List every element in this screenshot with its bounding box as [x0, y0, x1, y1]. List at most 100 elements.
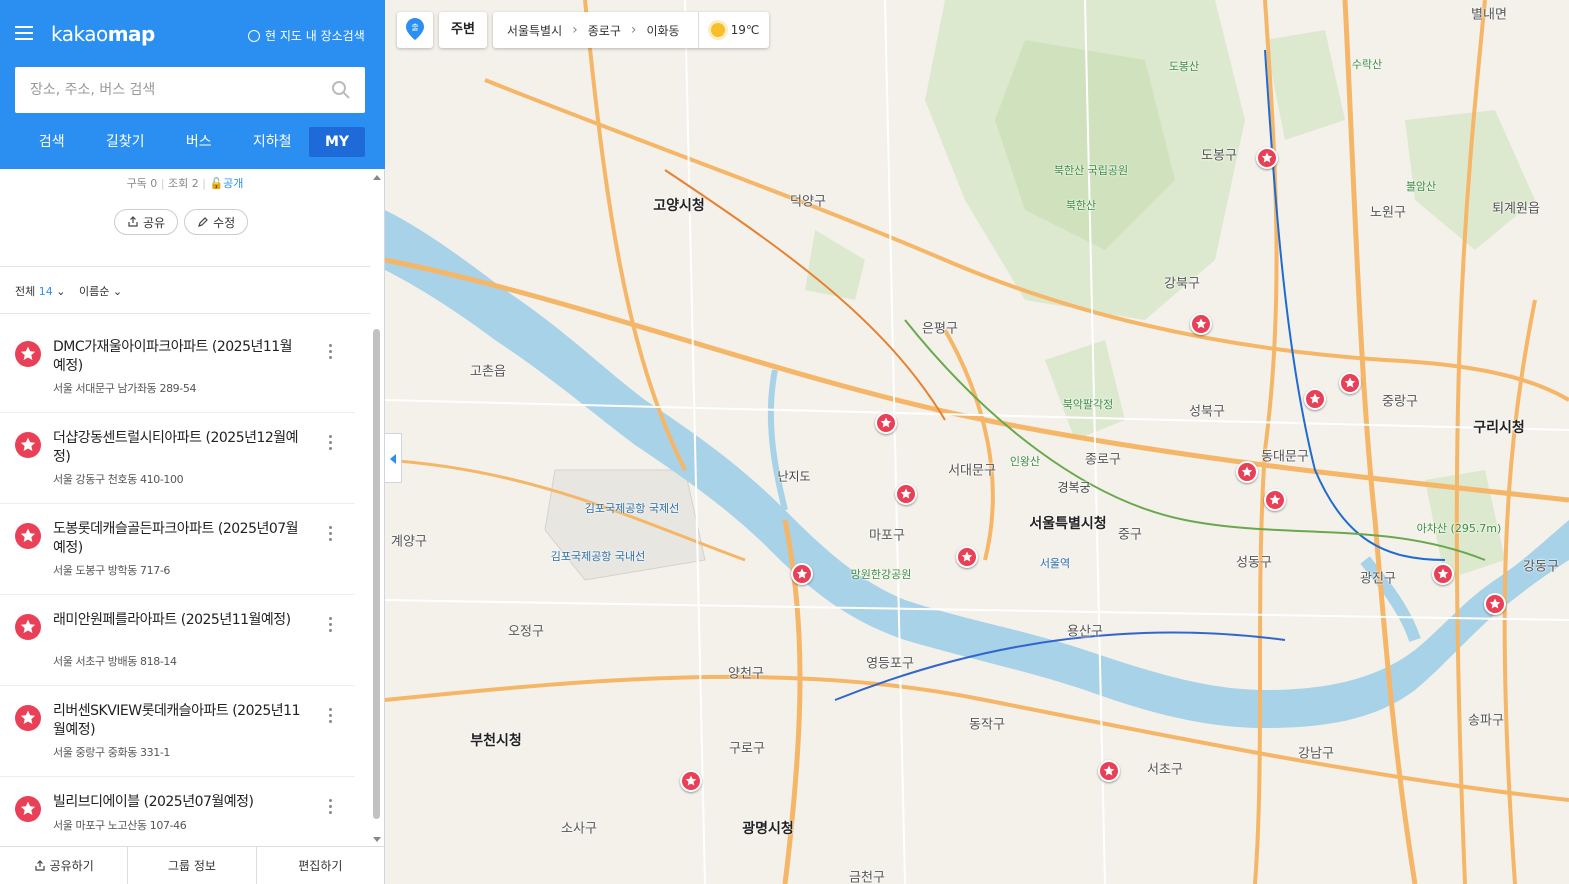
- list-item[interactable]: 더샵강동센트럴시티아파트 (2025년12월예정) 서울 강동구 천호동 410-…: [0, 413, 355, 504]
- map-label-songpa: 송파구: [1468, 713, 1504, 729]
- place-marker[interactable]: [1484, 593, 1506, 615]
- more-options-icon[interactable]: [329, 526, 333, 542]
- map-label-geumcheon: 금천구: [849, 870, 885, 884]
- folder-stats: 구독 0 | 조회 2 | 🔓공개: [126, 177, 244, 190]
- place-marker[interactable]: [1339, 372, 1361, 394]
- filter-all-dropdown[interactable]: 전체 14 ⌄: [15, 283, 65, 299]
- star-icon: [20, 710, 36, 724]
- more-options-icon[interactable]: [329, 435, 333, 451]
- list-item[interactable]: 리버센SKVIEW롯데캐슬아파트 (2025년11월예정) 서울 중랑구 중화동 …: [0, 686, 355, 777]
- collapse-sidebar-button[interactable]: [385, 433, 402, 483]
- tab-directions[interactable]: 길찾기: [89, 127, 163, 157]
- area-search-label: 현 지도 내 장소검색: [265, 29, 365, 43]
- place-title[interactable]: DMC가재울아이파크아파트 (2025년11월예정): [53, 338, 303, 376]
- tab-subway[interactable]: 지하철: [236, 127, 310, 157]
- place-marker[interactable]: [1098, 760, 1120, 782]
- map-label-guri-cityhall: 구리시청: [1473, 420, 1525, 436]
- tab-search[interactable]: 검색: [15, 127, 89, 157]
- place-marker[interactable]: [895, 483, 917, 505]
- breadcrumb-district[interactable]: 종로구: [584, 22, 625, 39]
- sidebar-footer: 공유하기 그룹 정보 편집하기: [0, 846, 384, 884]
- tab-my[interactable]: MY: [309, 127, 365, 157]
- location-breadcrumb: 서울특별시 › 종로구 › 이화동 19℃: [492, 12, 770, 48]
- scroll-thumb[interactable]: [373, 329, 380, 819]
- visibility-status: 🔓공개: [209, 177, 244, 190]
- place-marker[interactable]: [1190, 313, 1212, 335]
- place-title[interactable]: 리버센SKVIEW롯데캐슬아파트 (2025년11월예정): [53, 702, 303, 740]
- map-label-bukhansan: 북한산: [1065, 199, 1097, 212]
- map-label-bukhansan-park: 북한산 국립공원: [1053, 164, 1129, 177]
- more-options-icon[interactable]: [329, 708, 333, 724]
- scrollbar[interactable]: [370, 169, 384, 844]
- nearby-button[interactable]: 주변: [439, 12, 487, 48]
- area-search-toggle[interactable]: 현 지도 내 장소검색: [248, 27, 365, 44]
- place-marker[interactable]: [1304, 388, 1326, 410]
- breadcrumb-neighborhood[interactable]: 이화동: [642, 22, 683, 39]
- place-title[interactable]: 빌리브디에이블 (2025년07월예정): [53, 793, 303, 812]
- place-marker[interactable]: [1432, 563, 1454, 585]
- place-address: 서울 중랑구 중화동 331-1: [53, 746, 171, 759]
- scroll-up-arrow[interactable]: [373, 175, 381, 180]
- map-label-suraksan: 수락산: [1351, 58, 1383, 71]
- place-marker[interactable]: [956, 546, 978, 568]
- chevron-right-icon: ›: [572, 22, 578, 38]
- list-item[interactable]: 래미안원페를라아파트 (2025년11월예정) 서울 서초구 방배동 818-14: [0, 595, 355, 686]
- weather-widget: 19℃: [697, 12, 759, 48]
- star-icon: [20, 437, 36, 451]
- star-icon: [1195, 318, 1207, 329]
- map-pin-icon: 출: [406, 18, 424, 40]
- place-marker[interactable]: [680, 770, 702, 792]
- more-options-icon[interactable]: [329, 344, 333, 360]
- share-button[interactable]: 공유: [114, 209, 179, 235]
- pencil-icon: [198, 217, 208, 227]
- edit-list-button[interactable]: 편집하기: [257, 847, 384, 884]
- scroll-down-arrow[interactable]: [373, 837, 381, 842]
- place-marker[interactable]: [791, 563, 813, 585]
- map-label-bugaksan: 북악팔각정: [1062, 398, 1114, 411]
- map-label-guro: 구로구: [729, 741, 765, 757]
- map-canvas[interactable]: 서울특별시청 고양시청 구리시청 부천시청 광명시청 덕양구 은평구 강북구 도…: [385, 0, 1569, 884]
- search-input[interactable]: [15, 67, 325, 113]
- favorite-star-icon: [15, 796, 41, 822]
- place-title[interactable]: 더샵강동센트럴시티아파트 (2025년12월예정): [53, 429, 303, 467]
- place-marker[interactable]: [1256, 147, 1278, 169]
- favorite-star-icon: [15, 341, 41, 367]
- share-all-button[interactable]: 공유하기: [0, 847, 129, 884]
- map-base-layer: [385, 0, 1569, 884]
- map-label-sosa: 소사구: [561, 821, 597, 837]
- search-icon[interactable]: [331, 80, 351, 100]
- tab-bus[interactable]: 버스: [162, 127, 236, 157]
- map-label-yongsan: 용산구: [1067, 624, 1103, 640]
- favorite-star-icon: [15, 432, 41, 458]
- chevron-down-icon: ⌄: [112, 285, 123, 298]
- place-marker[interactable]: [1264, 489, 1286, 511]
- map-label-yeongdeungpo: 영등포구: [866, 656, 914, 672]
- map-label-dongdaemun: 동대문구: [1261, 449, 1309, 465]
- sidebar: kakaomap 현 지도 내 장소검색 검색 길찾기 버스 지하철 MY 구독…: [0, 0, 385, 884]
- folder-actions: 공유 수정: [114, 209, 249, 235]
- departure-pin-button[interactable]: 출: [397, 12, 433, 48]
- list-item[interactable]: 도봉롯데캐슬골든파크아파트 (2025년07월예정) 서울 도봉구 방학동 717…: [0, 504, 355, 595]
- kakaomap-logo[interactable]: kakaomap: [51, 22, 155, 46]
- sort-order-dropdown[interactable]: 이름순 ⌄: [79, 283, 122, 299]
- map-label-dobongsan: 도봉산: [1168, 60, 1200, 73]
- place-title[interactable]: 도봉롯데캐슬골든파크아파트 (2025년07월예정): [53, 520, 303, 558]
- subscriber-count: 구독 0: [126, 177, 158, 190]
- place-list: DMC가재울아이파크아파트 (2025년11월예정) 서울 서대문구 남가좌동 2…: [0, 322, 355, 868]
- map-label-gimpo-domestic: 김포국제공항 국내선: [550, 550, 646, 563]
- favorite-star-icon: [15, 523, 41, 549]
- star-icon: [1261, 152, 1273, 163]
- place-title[interactable]: 래미안원페를라아파트 (2025년11월예정): [53, 611, 303, 630]
- map-label-byeollaemyeon: 별내면: [1471, 7, 1507, 23]
- place-marker[interactable]: [875, 412, 897, 434]
- more-options-icon[interactable]: [329, 799, 333, 815]
- kakao-map-app: kakaomap 현 지도 내 장소검색 검색 길찾기 버스 지하철 MY 구독…: [0, 0, 1569, 884]
- more-options-icon[interactable]: [329, 617, 333, 633]
- edit-button[interactable]: 수정: [184, 209, 249, 235]
- menu-icon[interactable]: [15, 26, 33, 40]
- list-item[interactable]: DMC가재울아이파크아파트 (2025년11월예정) 서울 서대문구 남가좌동 2…: [0, 322, 355, 413]
- breadcrumb-city[interactable]: 서울특별시: [503, 22, 566, 39]
- map-label-seongdong: 성동구: [1236, 555, 1272, 571]
- group-info-button[interactable]: 그룹 정보: [128, 847, 257, 884]
- place-marker[interactable]: [1236, 461, 1258, 483]
